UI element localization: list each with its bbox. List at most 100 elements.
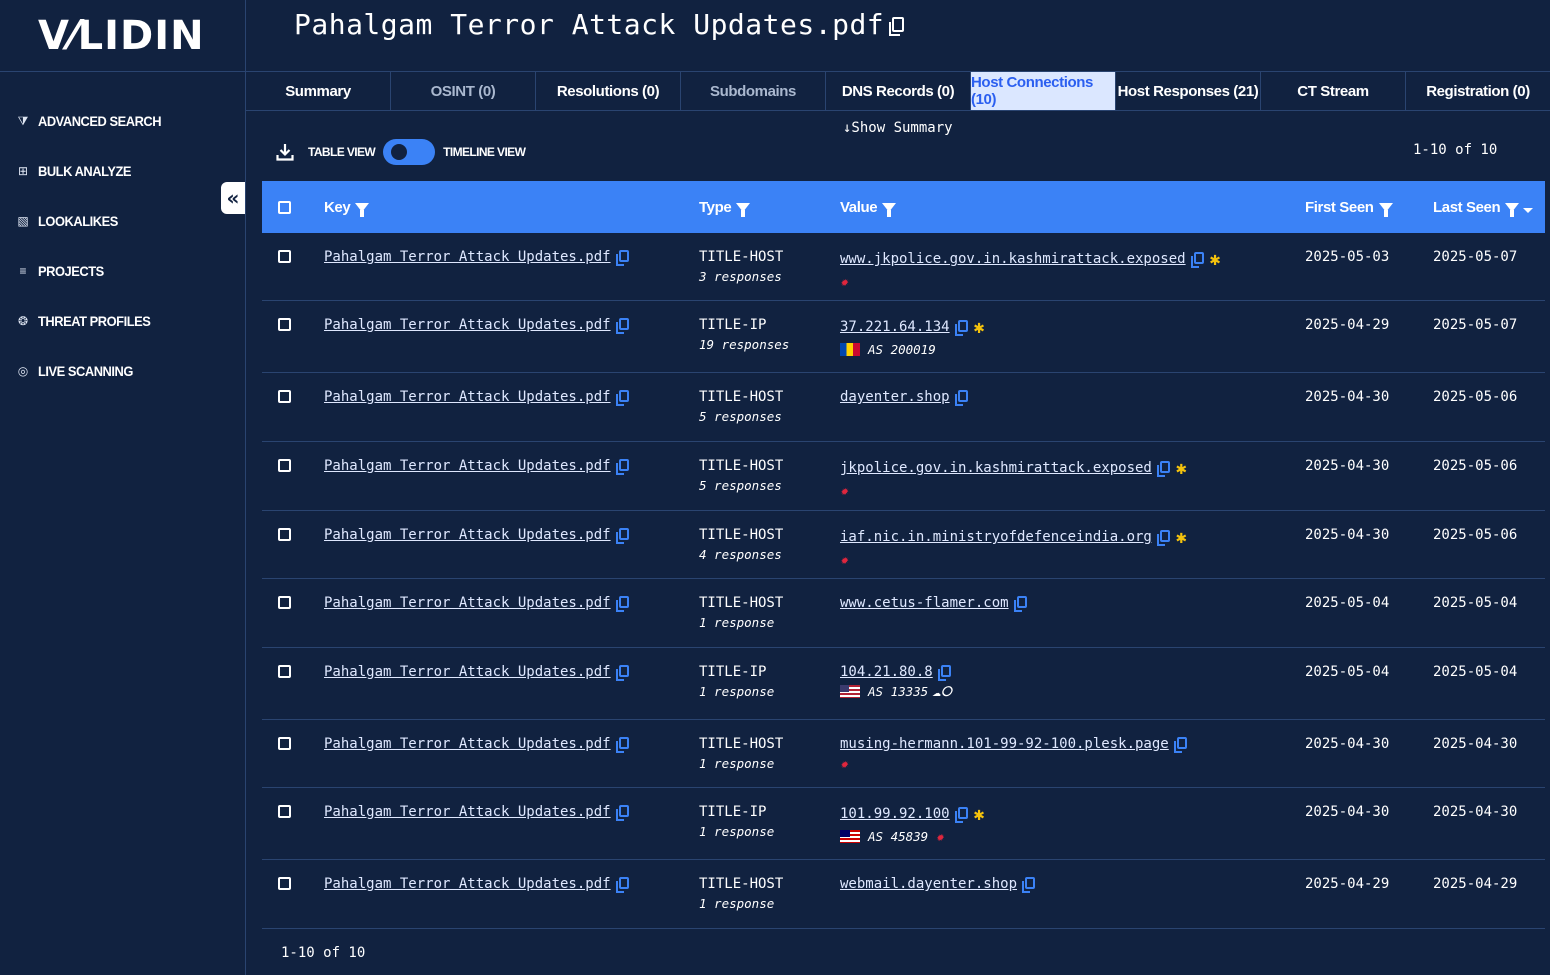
copy-icon[interactable]	[1013, 596, 1027, 612]
filter-icon[interactable]	[1378, 202, 1393, 217]
column-first-seen[interactable]: First Seen	[1305, 181, 1393, 233]
row-checkbox[interactable]	[278, 528, 291, 545]
copy-icon[interactable]	[889, 17, 905, 36]
tab-registration[interactable]: Registration (0)	[1406, 72, 1550, 110]
table-view-label[interactable]: TABLE VIEW	[308, 145, 376, 159]
filter-icon[interactable]	[1505, 202, 1520, 217]
key-link[interactable]: Pahalgam Terror Attack Updates.pdf	[324, 317, 611, 333]
value-link[interactable]: webmail.dayenter.shop	[840, 876, 1017, 892]
sidebar-item-threat-profiles[interactable]: ❂ THREAT PROFILES	[0, 296, 245, 346]
tab-resolutions[interactable]: Resolutions (0)	[536, 72, 681, 110]
copy-icon[interactable]	[1156, 461, 1170, 477]
key-link[interactable]: Pahalgam Terror Attack Updates.pdf	[324, 804, 611, 820]
download-icon[interactable]	[276, 143, 294, 161]
value-link[interactable]: musing-hermann.101-99-92-100.plesk.page	[840, 736, 1169, 752]
filter-icon[interactable]	[355, 202, 370, 217]
star-icon[interactable]: ✱	[1176, 527, 1187, 548]
copy-icon[interactable]	[615, 596, 629, 612]
row-checkbox[interactable]	[278, 459, 291, 476]
key-link[interactable]: Pahalgam Terror Attack Updates.pdf	[324, 595, 611, 611]
copy-icon[interactable]	[1173, 737, 1187, 753]
value-link[interactable]: 104.21.80.8	[840, 664, 933, 680]
key-link[interactable]: Pahalgam Terror Attack Updates.pdf	[324, 527, 611, 543]
show-summary-button[interactable]: ↓Show Summary	[843, 120, 953, 136]
sidebar-item-live-scanning[interactable]: ◎ LIVE SCANNING	[0, 346, 245, 396]
tab-host-responses[interactable]: Host Responses (21)	[1116, 72, 1261, 110]
copy-icon[interactable]	[1190, 252, 1204, 268]
malicious-icon[interactable]: ✹	[840, 275, 848, 290]
copy-icon[interactable]	[615, 250, 629, 266]
star-icon[interactable]: ✱	[1210, 249, 1221, 270]
last-seen: 2025-05-06	[1433, 527, 1518, 543]
row-checkbox[interactable]	[278, 318, 291, 335]
asn-label[interactable]: AS 13335	[868, 684, 928, 699]
value-link[interactable]: www.cetus-flamer.com	[840, 595, 1009, 611]
copy-icon[interactable]	[954, 320, 968, 336]
tab-osint[interactable]: OSINT (0)	[391, 72, 536, 110]
copy-icon[interactable]	[954, 807, 968, 823]
copy-icon[interactable]	[1156, 530, 1170, 546]
key-link[interactable]: Pahalgam Terror Attack Updates.pdf	[324, 736, 611, 752]
row-checkbox[interactable]	[278, 877, 291, 894]
copy-icon[interactable]	[615, 805, 629, 821]
value-link[interactable]: 37.221.64.134	[840, 319, 950, 335]
collapse-sidebar-button[interactable]: «	[221, 182, 245, 214]
row-checkbox[interactable]	[278, 805, 291, 822]
row-checkbox[interactable]	[278, 250, 291, 267]
filter-icon[interactable]	[736, 202, 751, 217]
logo[interactable]: V⁄LIDIN	[0, 0, 245, 72]
key-link[interactable]: Pahalgam Terror Attack Updates.pdf	[324, 249, 611, 265]
value-link[interactable]: www.jkpolice.gov.in.kashmirattack.expose…	[840, 251, 1186, 267]
row-checkbox[interactable]	[278, 737, 291, 754]
sidebar-item-projects[interactable]: ≡ PROJECTS	[0, 246, 245, 296]
malicious-icon[interactable]: ✹	[840, 484, 848, 499]
sort-desc-icon[interactable]	[1523, 207, 1534, 213]
row-checkbox[interactable]	[278, 665, 291, 682]
filter-icon[interactable]	[882, 202, 897, 217]
copy-icon[interactable]	[615, 665, 629, 681]
key-link[interactable]: Pahalgam Terror Attack Updates.pdf	[324, 458, 611, 474]
value-link[interactable]: iaf.nic.in.ministryofdefenceindia.org	[840, 529, 1152, 545]
asn-label[interactable]: AS 45839	[868, 829, 928, 844]
tab-summary[interactable]: Summary	[246, 72, 391, 110]
key-link[interactable]: Pahalgam Terror Attack Updates.pdf	[324, 876, 611, 892]
column-value[interactable]: Value	[840, 181, 897, 233]
value-link[interactable]: dayenter.shop	[840, 389, 950, 405]
star-icon[interactable]: ✱	[974, 804, 985, 825]
copy-icon[interactable]	[615, 318, 629, 334]
tab-dns-records[interactable]: DNS Records (0)	[826, 72, 971, 110]
tab-host-connections[interactable]: Host Connections (10)	[971, 72, 1116, 110]
sidebar-item-lookalikes[interactable]: ▧ LOOKALIKES	[0, 196, 245, 246]
table-row: Pahalgam Terror Attack Updates.pdf TITLE-…	[262, 301, 1545, 373]
copy-icon[interactable]	[615, 459, 629, 475]
column-key[interactable]: Key	[324, 181, 370, 233]
value-link[interactable]: jkpolice.gov.in.kashmirattack.exposed	[840, 460, 1152, 476]
asn-label[interactable]: AS 200019	[868, 342, 936, 357]
star-icon[interactable]: ✱	[1176, 458, 1187, 479]
copy-icon[interactable]	[1022, 877, 1036, 893]
view-toggle[interactable]	[383, 139, 436, 165]
copy-icon[interactable]	[615, 390, 629, 406]
copy-icon[interactable]	[615, 877, 629, 893]
tab-subdomains[interactable]: Subdomains	[681, 72, 826, 110]
column-last-seen[interactable]: Last Seen	[1433, 181, 1534, 233]
copy-icon[interactable]	[954, 390, 968, 406]
row-checkbox[interactable]	[278, 390, 291, 407]
malicious-icon[interactable]: ✹	[840, 553, 848, 568]
value-link[interactable]: 101.99.92.100	[840, 806, 950, 822]
timeline-view-label[interactable]: TIMELINE VIEW	[443, 145, 526, 159]
malicious-icon[interactable]: ✹	[840, 757, 848, 772]
row-checkbox[interactable]	[278, 596, 291, 613]
malicious-icon[interactable]: ✹	[936, 830, 944, 845]
star-icon[interactable]: ✱	[974, 317, 985, 338]
copy-icon[interactable]	[615, 528, 629, 544]
copy-icon[interactable]	[937, 665, 951, 681]
select-all-checkbox[interactable]	[278, 181, 291, 233]
key-link[interactable]: Pahalgam Terror Attack Updates.pdf	[324, 389, 611, 405]
key-link[interactable]: Pahalgam Terror Attack Updates.pdf	[324, 664, 611, 680]
tab-ct-stream[interactable]: CT Stream	[1261, 72, 1406, 110]
copy-icon[interactable]	[615, 737, 629, 753]
sidebar-item-advanced-search[interactable]: ⧩ ADVANCED SEARCH	[0, 96, 245, 146]
sidebar-item-bulk-analyze[interactable]: ⊞ BULK ANALYZE	[0, 146, 245, 196]
column-type[interactable]: Type	[699, 181, 751, 233]
